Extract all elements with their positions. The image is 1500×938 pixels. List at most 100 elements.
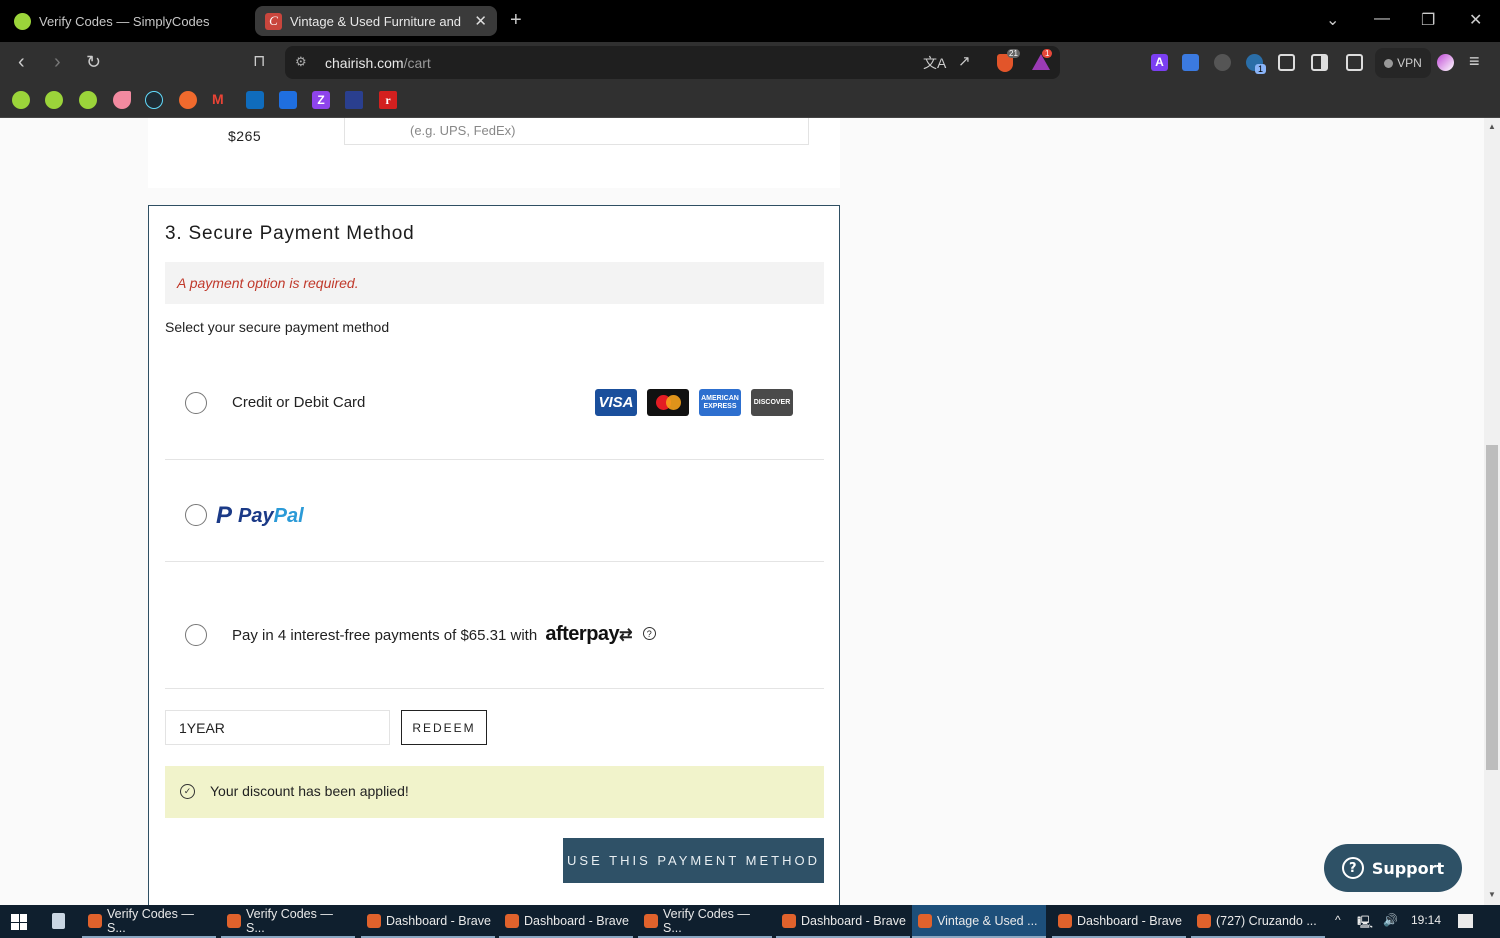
brave-browser-icon (1058, 913, 1072, 928)
bookmark-simplycodes-icon[interactable] (79, 91, 97, 109)
success-message: Your discount has been applied! (210, 783, 409, 799)
taskbar-item[interactable]: Dashboard - Brave (361, 905, 495, 938)
network-icon[interactable]: 🖳 (1357, 913, 1373, 934)
minimize-button[interactable]: — (1374, 10, 1390, 28)
sidebar-toggle-icon[interactable] (1311, 54, 1328, 71)
taskbar-item-label: Verify Codes — S... (107, 906, 194, 935)
address-bar[interactable]: ⚙ chairish.com/cart 文A ↗ 21 1 (285, 46, 1060, 79)
bookmark-z-icon[interactable]: Z (312, 91, 330, 109)
taskbar-item-label: Dashboard - Brave (801, 913, 906, 928)
taskbar-item-label: Dashboard - Brave (524, 913, 629, 928)
scroll-down-arrow-icon[interactable]: ▼ (1488, 890, 1496, 899)
promo-code-input[interactable] (165, 710, 390, 745)
checkout-page: $265 (e.g. UPS, FedEx) 3. Secure Payment… (0, 118, 1484, 905)
profile-icon[interactable] (1437, 54, 1454, 71)
back-button[interactable]: ‹ (18, 51, 25, 73)
visa-logo-icon: VISA (595, 389, 637, 416)
robot-extension-icon[interactable] (1214, 54, 1231, 71)
brave-browser-icon (782, 913, 796, 928)
taskbar-item-label: Verify Codes — S... (663, 906, 750, 935)
new-tab-button[interactable]: + (510, 9, 522, 32)
notifications-icon[interactable] (1458, 914, 1473, 928)
taskbar-item-label: Dashboard - Brave (1077, 913, 1182, 928)
taskbar-item[interactable]: Verify Codes — S... (221, 905, 355, 938)
vpn-button[interactable]: VPN (1375, 48, 1431, 78)
brave-browser-icon (644, 913, 658, 928)
carrier-input[interactable]: (e.g. UPS, FedEx) (344, 118, 809, 145)
windows-taskbar: Verify Codes — S... Verify Codes — S... Da… (0, 905, 1500, 938)
clock[interactable]: 19:14 (1411, 913, 1441, 927)
help-circle-icon: ? (1341, 857, 1364, 879)
vpn-status-icon (1384, 58, 1394, 68)
bookmark-r-icon[interactable]: r (379, 91, 397, 109)
bookmark-gmail-icon[interactable]: M (212, 91, 230, 109)
volume-icon[interactable]: 🔊 (1383, 913, 1398, 927)
paypal-p-icon: P (216, 502, 233, 529)
forward-button[interactable]: › (54, 51, 61, 73)
bookmark-simplycodes-icon[interactable] (12, 91, 30, 109)
extensions-puzzle-icon[interactable] (1278, 54, 1295, 71)
discover-logo-icon: DISCOVER (751, 389, 793, 416)
close-tab-icon[interactable]: ✕ (474, 12, 487, 30)
radio-paypal[interactable] (185, 504, 207, 526)
bookmark-zillow-icon[interactable] (279, 91, 297, 109)
restore-button[interactable]: ❐ (1421, 10, 1435, 30)
taskbar-item[interactable]: (727) Cruzando ... (1191, 905, 1325, 938)
extension-count-badge: 1 (1255, 64, 1267, 74)
reload-button[interactable]: ↻ (86, 51, 101, 73)
redeem-button[interactable]: REDEEM (401, 710, 487, 745)
use-payment-method-button[interactable]: USE THIS PAYMENT METHOD (563, 838, 824, 883)
bookmark-simplycodes-icon[interactable] (45, 91, 63, 109)
windows-start-icon[interactable] (11, 914, 27, 930)
notepad-icon[interactable] (52, 913, 65, 929)
error-banner: A payment option is required. (165, 262, 824, 304)
extension-a-icon[interactable]: A (1151, 54, 1168, 71)
translate-icon[interactable]: 文A (923, 53, 946, 73)
option-label: Credit or Debit Card (232, 394, 366, 411)
radio-card[interactable] (185, 392, 207, 414)
site-settings-icon[interactable]: ⚙ (295, 54, 307, 70)
check-circle-icon: ✓ (180, 784, 195, 799)
mastercard-logo-icon (647, 389, 689, 416)
taskbar-item-label: Dashboard - Brave (386, 913, 491, 928)
tab-chairish[interactable]: C Vintage & Used Furniture and De ✕ (255, 6, 497, 36)
bookmark-outlook-icon[interactable] (246, 91, 264, 109)
taskbar-item-label: Verify Codes — S... (246, 906, 333, 935)
bookmark-pink-icon[interactable] (113, 91, 131, 109)
page-scrollbar[interactable]: ▲ ▼ (1484, 118, 1500, 905)
tab-search-chevron-icon[interactable]: ⌄ (1326, 10, 1339, 30)
taskbar-item[interactable]: Verify Codes — S... (82, 905, 216, 938)
taskbar-item[interactable]: Dashboard - Brave (499, 905, 633, 938)
taskbar-item[interactable]: Vintage & Used ... (912, 905, 1046, 938)
taskbar-item[interactable]: Dashboard - Brave (776, 905, 910, 938)
radio-afterpay[interactable] (185, 624, 207, 646)
shields-count-badge: 21 (1007, 49, 1020, 58)
google-translate-extension-icon[interactable] (1182, 54, 1199, 71)
support-button[interactable]: ? Support (1324, 844, 1462, 892)
payment-option-afterpay[interactable]: Pay in 4 interest-free payments of $65.3… (165, 562, 824, 689)
scroll-up-arrow-icon[interactable]: ▲ (1488, 122, 1496, 131)
url-text[interactable]: chairish.com/cart (325, 55, 431, 71)
share-icon[interactable]: ↗ (958, 52, 971, 70)
carrier-placeholder: (e.g. UPS, FedEx) (410, 123, 516, 138)
paypal-logo: P PayPal (216, 502, 304, 529)
bookmark-icon[interactable]: ⊓ (253, 51, 265, 73)
taskbar-item[interactable]: Dashboard - Brave (1052, 905, 1186, 938)
wallet-icon[interactable] (1346, 54, 1363, 71)
menu-icon[interactable]: ≡ (1469, 51, 1480, 72)
bookmark-react-icon[interactable] (145, 91, 163, 109)
bookmark-orange-icon[interactable] (179, 91, 197, 109)
show-hidden-icons-chevron[interactable]: ^ (1335, 913, 1341, 927)
taskbar-item-label: Vintage & Used ... (937, 913, 1038, 928)
close-window-button[interactable]: ✕ (1469, 10, 1482, 30)
discount-success-banner: ✓ Your discount has been applied! (165, 766, 824, 818)
brave-browser-icon (1197, 913, 1211, 928)
scrollbar-thumb[interactable] (1486, 445, 1498, 770)
taskbar-item[interactable]: Verify Codes — S... (638, 905, 772, 938)
browser-toolbar: ‹ › ↻ ⊓ ⚙ chairish.com/cart 文A ↗ 21 1 A … (0, 42, 1500, 84)
bookmark-uk-flag-icon[interactable] (345, 91, 363, 109)
rewards-count-badge: 1 (1042, 49, 1053, 58)
mastercard-orange-circle (665, 395, 681, 410)
tab-verify-codes[interactable]: Verify Codes — SimplyCodes (4, 6, 244, 36)
help-icon[interactable]: ? (642, 627, 656, 640)
